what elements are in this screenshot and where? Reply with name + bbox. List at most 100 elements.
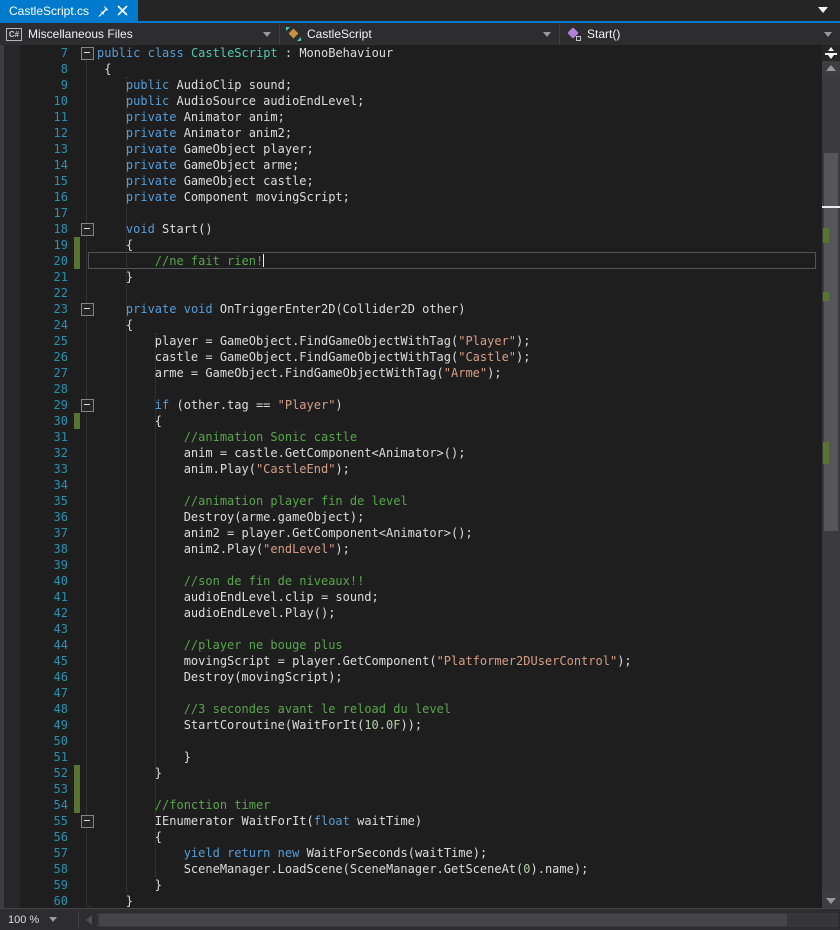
code-line[interactable]: 36 Destroy(arme.gameObject); (0, 509, 840, 525)
code-line[interactable]: 58 SceneManager.LoadScene(SceneManager.G… (0, 861, 840, 877)
code-line[interactable]: 10 public AudioSource audioEndLevel; (0, 93, 840, 109)
horizontal-scrollbar[interactable] (97, 913, 838, 927)
code-line[interactable]: 34 (0, 477, 840, 493)
code-text: IEnumerator WaitForIt(float waitTime) (97, 813, 422, 829)
code-line[interactable]: 42 audioEndLevel.Play(); (0, 605, 840, 621)
fold-collapse-box[interactable] (80, 221, 97, 237)
code-line[interactable]: 20 //ne fait rien! (0, 253, 840, 269)
code-line[interactable]: 23 private void OnTriggerEnter2D(Collide… (0, 301, 840, 317)
change-mark (823, 442, 829, 464)
line-number: 37 (0, 525, 68, 541)
project-dropdown[interactable]: C# Miscellaneous Files (0, 23, 280, 45)
code-line[interactable]: 31 //animation Sonic castle (0, 429, 840, 445)
type-dropdown[interactable]: CastleScript (280, 23, 560, 45)
close-icon[interactable] (117, 5, 129, 17)
code-text: anim2 = player.GetComponent<Animator>(); (97, 525, 473, 541)
zoom-control[interactable]: 100 % (0, 914, 78, 926)
code-line[interactable]: 11 private Animator anim; (0, 109, 840, 125)
code-line[interactable]: 35 //animation player fin de level (0, 493, 840, 509)
fold-margin (80, 557, 97, 573)
code-text: { (97, 413, 162, 429)
split-window-gripper[interactable] (822, 45, 840, 61)
chevron-down-icon (49, 917, 57, 922)
code-line[interactable]: 37 anim2 = player.GetComponent<Animator>… (0, 525, 840, 541)
fold-collapse-box[interactable] (80, 397, 97, 413)
code-editor[interactable]: 7public class CastleScript : MonoBehavio… (0, 45, 840, 908)
fold-collapse-box[interactable] (80, 45, 97, 61)
code-line[interactable]: 27 arme = GameObject.FindGameObjectWithT… (0, 365, 840, 381)
fold-margin (80, 237, 97, 253)
line-number: 44 (0, 637, 68, 653)
fold-margin (80, 877, 97, 893)
code-line[interactable]: 50 (0, 733, 840, 749)
code-line[interactable]: 48 //3 secondes avant le reload du level (0, 701, 840, 717)
line-number: 39 (0, 557, 68, 573)
code-line[interactable]: 60 } (0, 893, 840, 908)
code-line[interactable]: 38 anim2.Play("endLevel"); (0, 541, 840, 557)
code-line[interactable]: 40 //son de fin de niveaux!! (0, 573, 840, 589)
code-text: movingScript = player.GetComponent("Plat… (97, 653, 632, 669)
fold-margin (80, 445, 97, 461)
fold-margin (80, 509, 97, 525)
code-line[interactable]: 45 movingScript = player.GetComponent("P… (0, 653, 840, 669)
fold-collapse-box[interactable] (80, 813, 97, 829)
code-line[interactable]: 30 { (0, 413, 840, 429)
code-line[interactable]: 14 private GameObject arme; (0, 157, 840, 173)
code-line[interactable]: 19 { (0, 237, 840, 253)
member-dropdown[interactable]: Start() (560, 23, 840, 45)
code-line[interactable]: 29 if (other.tag == "Player") (0, 397, 840, 413)
code-lines[interactable]: 7public class CastleScript : MonoBehavio… (0, 45, 840, 908)
code-line[interactable]: 26 castle = GameObject.FindGameObjectWit… (0, 349, 840, 365)
code-line[interactable]: 24 { (0, 317, 840, 333)
code-line[interactable]: 18 void Start() (0, 221, 840, 237)
code-line[interactable]: 55 IEnumerator WaitForIt(float waitTime) (0, 813, 840, 829)
code-line[interactable]: 13 private GameObject player; (0, 141, 840, 157)
scroll-up-arrow[interactable] (822, 61, 840, 76)
code-line[interactable]: 51 } (0, 749, 840, 765)
code-line[interactable]: 33 anim.Play("CastleEnd"); (0, 461, 840, 477)
code-line[interactable]: 22 (0, 285, 840, 301)
fold-margin (80, 669, 97, 685)
code-line[interactable]: 43 (0, 621, 840, 637)
horizontal-scrollbar-thumb[interactable] (99, 914, 787, 926)
code-line[interactable]: 54 //fonction timer (0, 797, 840, 813)
document-well-dropdown-icon[interactable] (818, 7, 828, 13)
line-number: 8 (0, 61, 68, 77)
fold-margin (80, 781, 97, 797)
code-line[interactable]: 9 public AudioClip sound; (0, 77, 840, 93)
code-line[interactable]: 41 audioEndLevel.clip = sound; (0, 589, 840, 605)
scrollbar-track[interactable] (822, 76, 840, 893)
code-line[interactable]: 7public class CastleScript : MonoBehavio… (0, 45, 840, 61)
code-line[interactable]: 8 { (0, 61, 840, 77)
scroll-left-arrow[interactable] (83, 913, 97, 927)
fold-margin (80, 125, 97, 141)
code-line[interactable]: 25 player = GameObject.FindGameObjectWit… (0, 333, 840, 349)
code-line[interactable]: 57 yield return new WaitForSeconds(waitT… (0, 845, 840, 861)
scrollbar-thumb[interactable] (824, 153, 838, 531)
code-line[interactable]: 16 private Component movingScript; (0, 189, 840, 205)
code-text: } (97, 877, 162, 893)
code-line[interactable]: 12 private Animator anim2; (0, 125, 840, 141)
line-number: 19 (0, 237, 68, 253)
scroll-down-arrow[interactable] (822, 893, 840, 908)
code-line[interactable]: 17 (0, 205, 840, 221)
code-line[interactable]: 39 (0, 557, 840, 573)
line-number: 27 (0, 365, 68, 381)
fold-collapse-box[interactable] (80, 301, 97, 317)
code-line[interactable]: 21 } (0, 269, 840, 285)
code-line[interactable]: 53 (0, 781, 840, 797)
code-line[interactable]: 46 Destroy(movingScript); (0, 669, 840, 685)
code-line[interactable]: 44 //player ne bouge plus (0, 637, 840, 653)
code-line[interactable]: 15 private GameObject castle; (0, 173, 840, 189)
code-line[interactable]: 52 } (0, 765, 840, 781)
code-text: public AudioSource audioEndLevel; (97, 93, 364, 109)
code-line[interactable]: 59 } (0, 877, 840, 893)
code-line[interactable]: 32 anim = castle.GetComponent<Animator>(… (0, 445, 840, 461)
pin-icon[interactable] (97, 5, 109, 17)
tab-castlescript[interactable]: CastleScript.cs (0, 0, 138, 21)
code-line[interactable]: 56 { (0, 829, 840, 845)
code-line[interactable]: 28 (0, 381, 840, 397)
vertical-scrollbar[interactable] (822, 45, 840, 908)
code-line[interactable]: 49 StartCoroutine(WaitForIt(10.0F)); (0, 717, 840, 733)
code-line[interactable]: 47 (0, 685, 840, 701)
